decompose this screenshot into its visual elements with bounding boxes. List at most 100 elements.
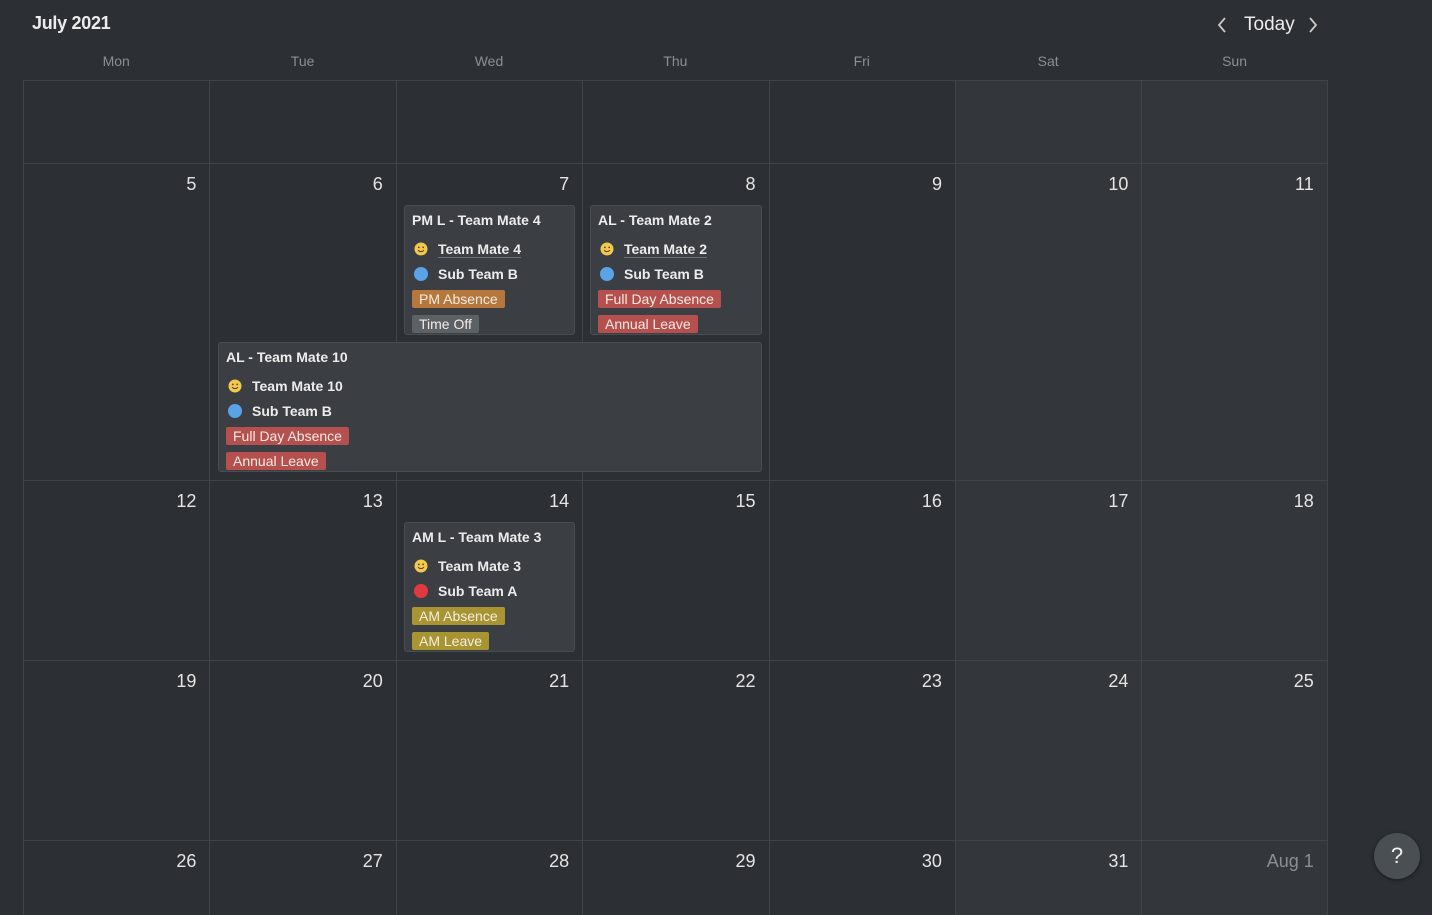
day-cell[interactable]: 15 — [582, 481, 769, 660]
event-title: AL - Team Mate 2 — [598, 212, 712, 228]
day-cell[interactable]: 10 — [954, 164, 1142, 480]
calendar-week — [23, 80, 1328, 163]
event-person[interactable]: Team Mate 10 — [226, 373, 754, 398]
day-cell[interactable]: 12 — [23, 481, 210, 660]
day-cell[interactable]: 17 — [954, 481, 1142, 660]
day-cell[interactable]: 20 — [209, 661, 396, 840]
leave-type-tag: Annual Leave — [226, 451, 326, 470]
day-cell[interactable] — [954, 81, 1142, 163]
day-number: 24 — [1108, 671, 1129, 691]
day-cell[interactable]: 29 — [582, 841, 769, 915]
day-number: 22 — [735, 671, 756, 691]
event-card[interactable]: PM L - Team Mate 4 Team Mate 4 Sub Team … — [404, 205, 575, 335]
day-cell[interactable]: 18 — [1141, 481, 1328, 660]
today-button[interactable]: Today — [1244, 12, 1295, 38]
smiley-icon — [414, 242, 428, 255]
month-title: July 2021 — [32, 13, 111, 33]
event-person[interactable]: Team Mate 4 — [412, 236, 567, 261]
team-label: Sub Team B — [624, 265, 704, 282]
leave-type-tag: AM Leave — [412, 631, 490, 650]
event-card[interactable]: AM L - Team Mate 3 Team Mate 3 Sub Team … — [404, 522, 575, 652]
day-cell[interactable]: 30 — [768, 841, 955, 915]
day-cell[interactable]: 28 — [395, 841, 583, 915]
day-cell[interactable]: 25 — [1141, 661, 1328, 840]
day-cell[interactable]: 22 — [582, 661, 769, 840]
day-number: 6 — [372, 174, 383, 194]
team-dot-icon — [414, 266, 428, 281]
event-person[interactable]: Team Mate 2 — [598, 236, 754, 261]
day-number: 20 — [362, 671, 383, 691]
day-cell[interactable]: 24 — [954, 661, 1142, 840]
team-label: Sub Team B — [438, 265, 518, 282]
person-label: Team Mate 4 — [438, 240, 521, 257]
day-number: 26 — [176, 851, 197, 871]
leave-type-tag: Time Off — [412, 314, 479, 333]
team-label: Sub Team B — [252, 402, 332, 419]
event-title: PM L - Team Mate 4 — [412, 212, 541, 228]
event-team[interactable]: Sub Team A — [412, 578, 567, 603]
day-cell[interactable]: Aug 1 — [1141, 841, 1328, 915]
event-card[interactable]: AL - Team Mate 2 Team Mate 2 Sub Team B … — [590, 205, 762, 335]
day-number: 8 — [745, 174, 756, 194]
day-cell[interactable]: 16 — [768, 481, 955, 660]
day-cell[interactable] — [582, 81, 769, 163]
team-label: Sub Team A — [438, 582, 518, 599]
event-team[interactable]: Sub Team B — [598, 261, 754, 286]
day-number: 7 — [559, 174, 570, 194]
event-team[interactable]: Sub Team B — [412, 261, 567, 286]
day-cell[interactable]: 21 — [395, 661, 583, 840]
help-button[interactable]: ? — [1374, 833, 1420, 879]
smiley-icon — [600, 242, 614, 255]
day-cell[interactable]: 5 — [23, 164, 210, 480]
day-cell[interactable] — [395, 81, 583, 163]
day-number: 28 — [549, 851, 570, 871]
day-cell[interactable] — [768, 81, 955, 163]
next-month-button[interactable] — [1303, 12, 1323, 38]
day-number: 10 — [1108, 174, 1129, 194]
absence-tag: Full Day Absence — [226, 426, 349, 445]
weekday-label: Wed — [474, 53, 504, 69]
event-person[interactable]: Team Mate 3 — [412, 553, 567, 578]
day-cell[interactable]: 13 — [209, 481, 396, 660]
weekday-label: Sun — [1222, 53, 1247, 69]
event-title: AL - Team Mate 10 — [226, 349, 348, 365]
event-team[interactable]: Sub Team B — [226, 398, 754, 423]
weekday-label: Thu — [663, 53, 688, 69]
day-cell[interactable] — [209, 81, 396, 163]
day-number: 31 — [1108, 851, 1129, 871]
absence-tag: Full Day Absence — [598, 289, 721, 308]
day-cell[interactable]: 26 — [23, 841, 210, 915]
calendar-week: 12 13 14 15 16 17 18 — [23, 480, 1328, 660]
day-cell[interactable]: 31 — [954, 841, 1142, 915]
day-cell[interactable] — [23, 81, 210, 163]
day-cell[interactable]: 9 — [768, 164, 955, 480]
day-number: 29 — [735, 851, 756, 871]
day-number: 21 — [549, 671, 570, 691]
person-label: Team Mate 3 — [438, 557, 521, 574]
day-number: 19 — [176, 671, 197, 691]
day-number: 11 — [1295, 174, 1314, 194]
smiley-icon — [228, 379, 242, 392]
day-cell[interactable] — [1141, 81, 1328, 163]
leave-type-tag: Annual Leave — [598, 314, 698, 333]
day-cell[interactable]: 11 — [1141, 164, 1328, 480]
day-number: 12 — [176, 491, 197, 511]
calendar-week: 19 20 21 22 23 24 25 — [23, 660, 1328, 840]
team-dot-icon — [228, 403, 242, 418]
day-number: 23 — [921, 671, 942, 691]
day-number: 9 — [931, 174, 942, 194]
day-cell[interactable]: 27 — [209, 841, 396, 915]
day-number: 27 — [362, 851, 383, 871]
day-number: 14 — [549, 491, 570, 511]
prev-month-button[interactable] — [1212, 12, 1232, 38]
day-number: 25 — [1293, 671, 1314, 691]
weekday-header: Mon Tue Wed Thu Fri Sat Sun — [23, 53, 1328, 73]
event-card[interactable]: AL - Team Mate 10 Team Mate 10 Sub Team … — [218, 342, 762, 472]
weekday-label: Sat — [1037, 53, 1059, 69]
weekday-label: Tue — [290, 53, 315, 69]
day-cell[interactable]: 23 — [768, 661, 955, 840]
person-label: Team Mate 2 — [624, 240, 707, 257]
day-cell[interactable]: 19 — [23, 661, 210, 840]
day-number: 5 — [186, 174, 197, 194]
smiley-icon — [414, 559, 428, 572]
